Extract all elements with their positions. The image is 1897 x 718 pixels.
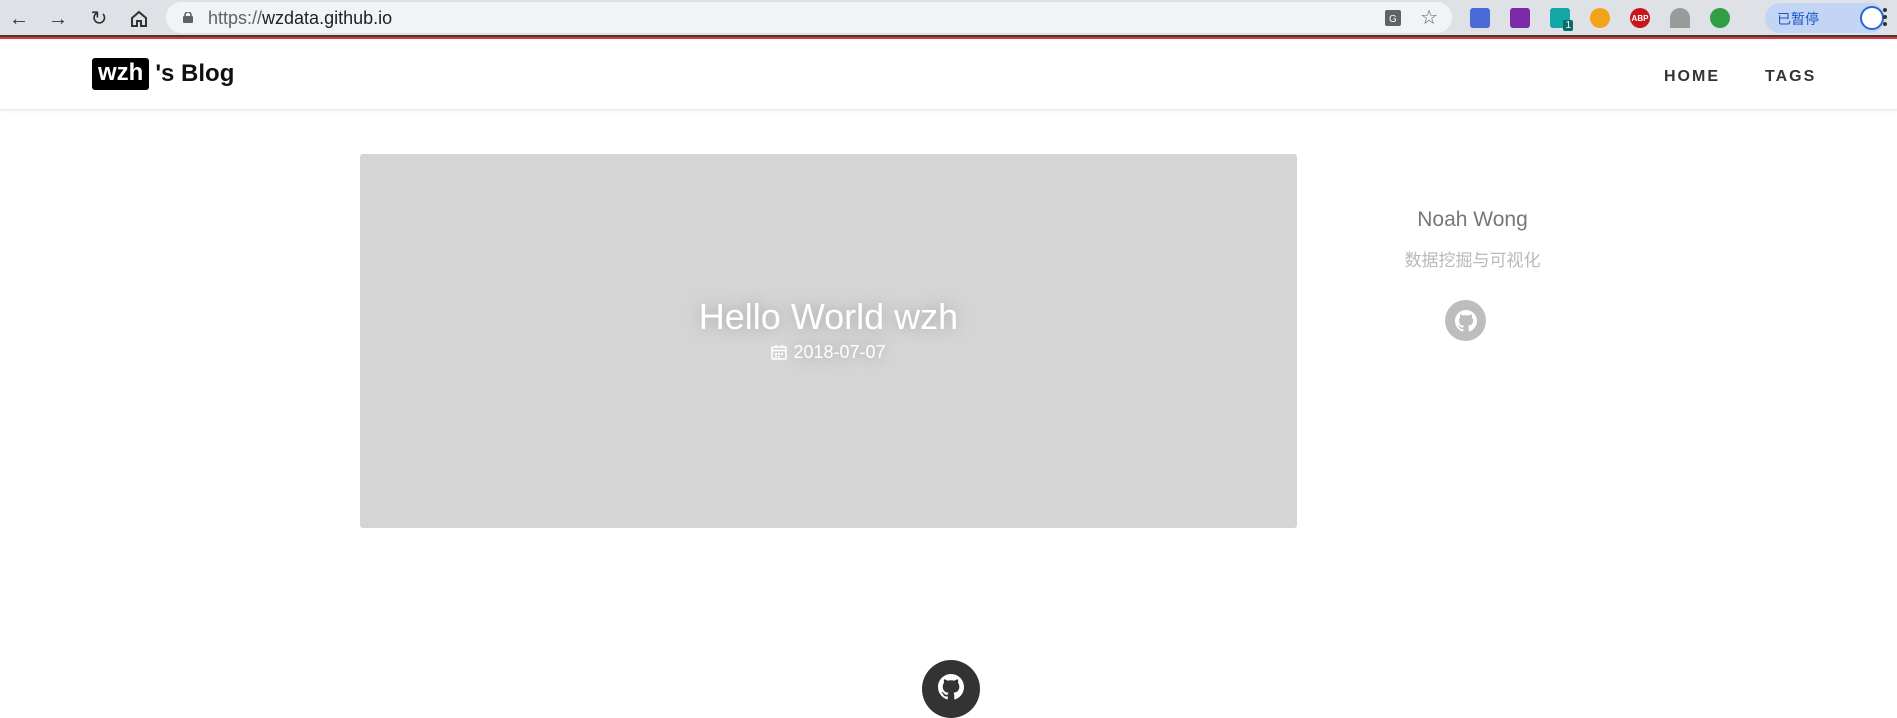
logo-text: 's Blog (155, 60, 235, 87)
post-date: 2018-07-07 (360, 342, 1297, 363)
s-extension-icon[interactable]: 1 (1550, 8, 1573, 31)
forward-icon[interactable]: → (45, 6, 71, 32)
github-icon (938, 674, 964, 700)
colorful-globe-icon[interactable] (1590, 8, 1610, 28)
browser-toolbar: ← → ↻ https://wzdata.github.io G ☆ 1 ABP… (0, 0, 1897, 37)
address-bar[interactable]: https://wzdata.github.io G ☆ (166, 2, 1452, 33)
sidebar-github-button[interactable] (1445, 300, 1486, 341)
github-icon (1454, 309, 1477, 331)
avatar (1860, 6, 1884, 30)
paused-label: 已暂停 (1777, 12, 1819, 28)
onenote-icon[interactable] (1510, 8, 1530, 28)
accent-line (0, 37, 1897, 39)
back-icon[interactable]: ← (6, 6, 32, 32)
adblock-icon[interactable]: ABP (1630, 8, 1650, 28)
author-name: Noah Wong (1417, 208, 1528, 231)
parachute-icon[interactable] (1670, 8, 1690, 28)
nav-home[interactable]: HOME (1664, 68, 1720, 86)
site-header: wzh 's Blog HOME TAGS (0, 40, 1897, 110)
author-bio: 数据挖掘与可视化 (1404, 251, 1541, 271)
svg-text:G: G (1389, 14, 1397, 25)
site-logo[interactable]: wzh 's Blog (92, 58, 234, 90)
footer-github-button[interactable] (922, 660, 980, 718)
calendar-icon (771, 345, 788, 360)
extension-badge: 1 (1563, 20, 1573, 31)
post-card[interactable]: Hello World wzh 2018-07-07 (360, 154, 1297, 528)
adblock-label: ABP (1631, 13, 1649, 23)
post-title[interactable]: Hello World wzh (360, 296, 1297, 338)
chrome-store-icon[interactable] (1710, 8, 1730, 28)
home-icon[interactable] (126, 6, 152, 32)
profile-paused-button[interactable]: 已暂停 (1765, 3, 1885, 33)
lock-icon (183, 12, 193, 23)
logo-box: wzh (92, 58, 150, 90)
translate-icon[interactable]: G (1384, 9, 1402, 27)
url-text[interactable]: https://wzdata.github.io (208, 8, 392, 29)
menu-icon[interactable] (1883, 6, 1887, 28)
bookmark-star-icon[interactable]: ☆ (1420, 5, 1438, 30)
post-date-text: 2018-07-07 (793, 342, 886, 362)
reload-icon[interactable]: ↻ (86, 6, 112, 32)
reader-icon[interactable] (1470, 8, 1490, 28)
nav-tags[interactable]: TAGS (1765, 68, 1816, 86)
